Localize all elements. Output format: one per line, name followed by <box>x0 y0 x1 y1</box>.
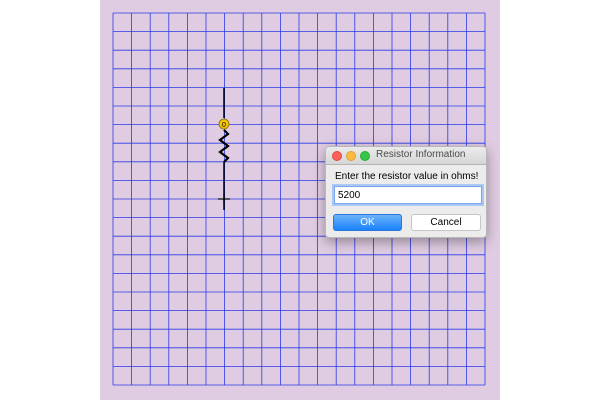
dialog-prompt: Enter the resistor value in ohms! <box>335 171 479 182</box>
ok-button[interactable]: OK <box>333 214 402 231</box>
cancel-button[interactable]: Cancel <box>411 214 481 231</box>
resistor-value-input[interactable] <box>334 186 482 204</box>
maximize-window-icon[interactable] <box>360 151 370 161</box>
terminal-node[interactable]: 0 <box>218 118 230 130</box>
dialog-titlebar[interactable]: Resistor Information <box>326 147 486 165</box>
minimize-window-icon[interactable] <box>346 151 356 161</box>
terminal-node-label: 0 <box>222 122 226 129</box>
close-window-icon[interactable] <box>332 151 342 161</box>
dialog-title: Resistor Information <box>376 149 466 160</box>
resistor-info-dialog: Resistor Information Enter the resistor … <box>325 146 487 238</box>
